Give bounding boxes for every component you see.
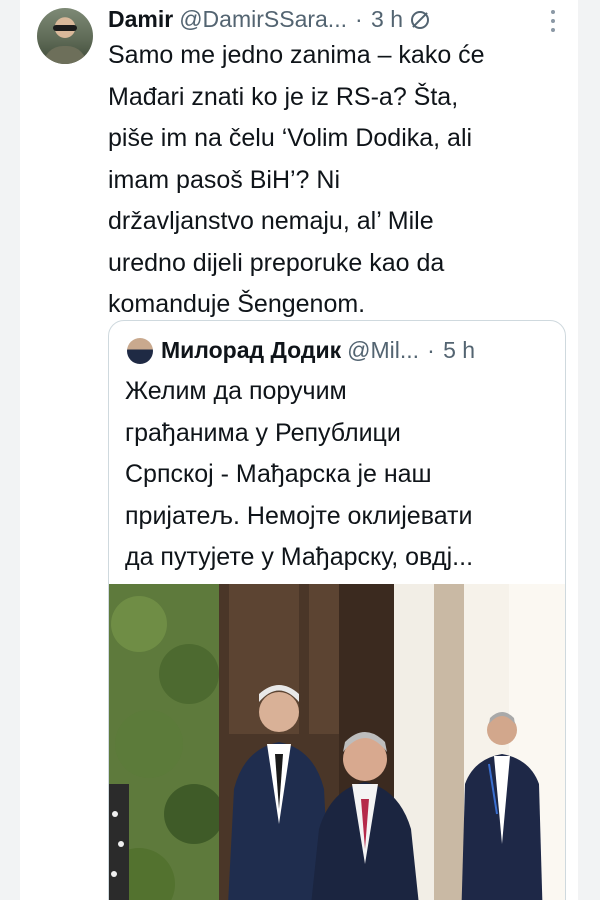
quote-photo[interactable] [109,584,565,900]
quote-avatar [127,338,153,364]
quote-text-line: грађанима у Републици [125,418,401,447]
quote-author-name: Милорад Додик [161,337,342,363]
left-margin [0,0,20,900]
tweet-text-line: imam pasoš BiH’? Ni [108,165,341,194]
quote-separator-dot: · [427,337,435,363]
quote-header: Милорад Додик @Mil... · 5 h [161,335,561,365]
tweet-time[interactable]: 3 h [371,6,403,32]
author-handle[interactable]: @DamirSSara... [179,6,347,32]
tweet-text-line: državljanstvo nemaju, al’ Mile [108,207,434,235]
separator-dot: · [354,6,363,32]
avatar[interactable] [37,8,93,64]
quote-text-line: Желим да поручим [125,377,347,405]
tweet-text-line: Mađari znati ko je iz RS-a? Šta, [108,82,459,111]
quote-time: 5 h [443,337,476,363]
tweet-text-line: piše im na čelu ‘Volim Dodika, ali [108,124,473,152]
quote-text: Желим да поручим грађанима у Републици С… [125,371,555,579]
tweet-text-line: Samo me jedno zanima – kako će [108,41,485,69]
avatar-shirt [43,46,87,64]
quote-text-line: да путујете у Мађарску, овдј... [125,543,474,571]
quote-text-line: Српској - Мађарска је наш [125,460,432,488]
tweet-header: Damir @DamirSSara... · 3 h [108,4,568,34]
author-name[interactable]: Damir [108,6,173,32]
quote-text-line: пријатељ. Немојте оклијевати [125,501,473,530]
avatar-glasses [53,25,77,31]
quoted-tweet-card[interactable]: Милорад Додик @Mil... · 5 h Желим да поруч… [108,320,566,900]
mute-icon [411,11,430,29]
tweet-text: Samo me jedno zanima – kako će Mađari zn… [108,35,568,326]
more-dot-icon [551,10,555,14]
quote-author-handle: @Mil... [347,337,420,363]
tweet-screenshot: Damir @DamirSSara... · 3 h Samo me jedno z… [0,0,600,900]
more-dot-icon [551,19,555,23]
photo-illustration [109,584,565,900]
more-dot-icon [551,28,555,32]
more-options-icon[interactable] [548,10,558,32]
right-margin [578,0,600,900]
tweet-text-line: uredno dijeli preporuke kao da [108,248,445,277]
